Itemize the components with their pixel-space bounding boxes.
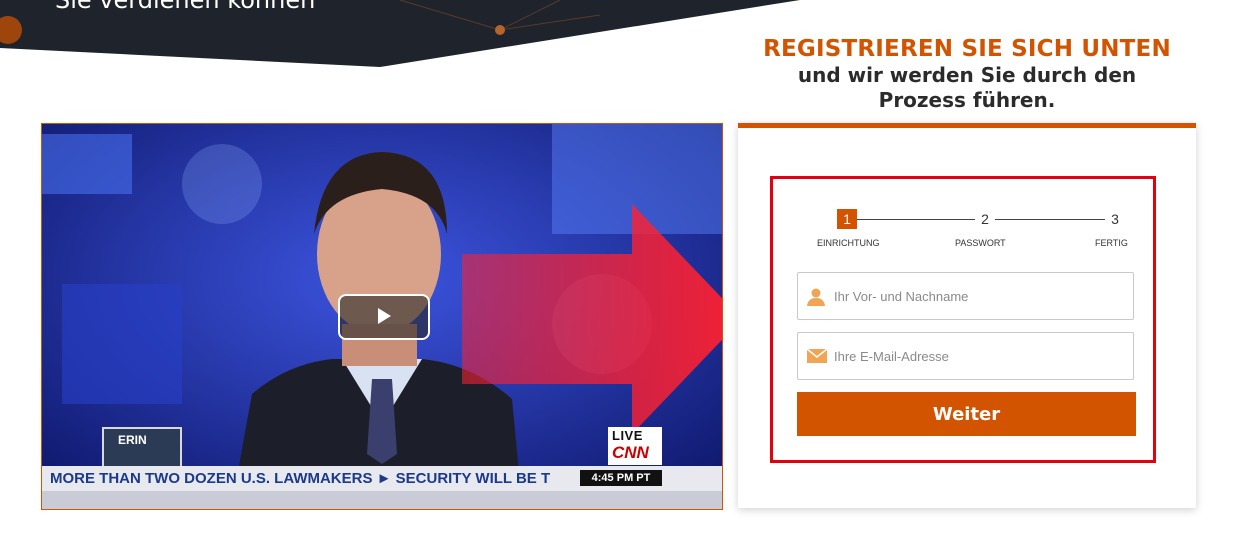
live-label: LIVE [612,428,643,443]
envelope-icon [806,348,828,363]
show-name: ERIN [118,433,147,447]
step-2-number: 2 [981,211,989,227]
play-icon [378,308,391,324]
user-icon [807,288,825,306]
cnn-live-badge: LIVE CNN [608,427,662,465]
show-logo: ERIN [102,427,182,471]
registration-card: 1 2 3 EINRICHTUNG PASSWORT FERTIG Weiter [738,123,1196,508]
step-1-label: EINRICHTUNG [817,238,880,248]
heading-subtitle-1: und wir werden Sie durch den [797,63,1137,87]
registration-form: 1 2 3 EINRICHTUNG PASSWORT FERTIG Weiter [770,176,1156,463]
step-progress: 1 2 3 EINRICHTUNG PASSWORT FERTIG [817,209,1128,249]
hero-text: Sie verdienen können [55,0,316,14]
email-field[interactable] [797,332,1134,380]
step-connector-1 [857,219,975,220]
step-3-label: FERTIG [1095,238,1128,248]
email-input[interactable] [834,333,1124,379]
continue-button[interactable]: Weiter [797,392,1136,436]
step-2-label: PASSWORT [955,238,1006,248]
network-logo: CNN [612,443,649,462]
name-input[interactable] [834,273,1124,319]
play-button[interactable] [338,294,430,340]
video-player[interactable]: ERIN LIVE CNN MORE THAN TWO DOZEN U.S. L… [41,123,723,510]
step-3-number: 3 [1111,211,1119,227]
ticker-time: 4:45 PM PT [580,470,662,486]
name-field[interactable] [797,272,1134,320]
step-connector-2 [995,219,1105,220]
heading-subtitle-2: Prozess führen. [878,88,1056,112]
ticker-text: MORE THAN TWO DOZEN U.S. LAWMAKERS ► SEC… [50,470,551,487]
registration-heading: REGISTRIEREN SIE SICH UNTEN und wir werd… [738,36,1196,113]
heading-title: REGISTRIEREN SIE SICH UNTEN [763,36,1171,62]
step-1-number: 1 [837,209,857,229]
